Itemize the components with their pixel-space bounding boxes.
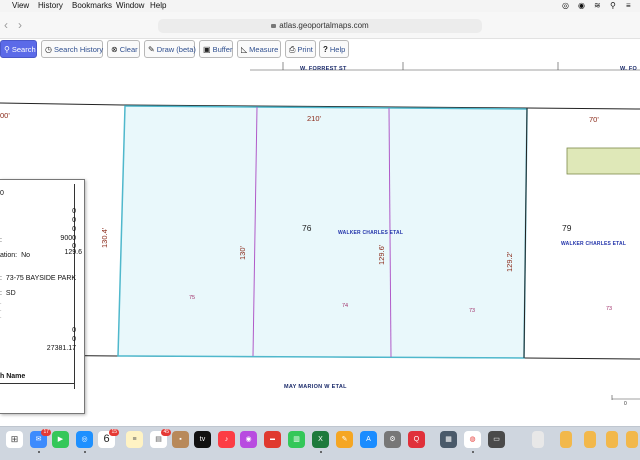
info-zone: : SD [0,290,16,297]
info-value-4: 9000 [60,235,76,242]
contacts-icon[interactable]: ▪ [172,431,189,448]
info-value-top: 0 [0,190,4,197]
info-value-1: 0 [72,208,76,215]
lock-icon [271,24,277,28]
sublot-75: 75 [189,295,196,301]
url-text: atlas.geoportalmaps.com [279,21,369,30]
system-settings-icon[interactable]: ⚙ [384,431,401,448]
tv-icon[interactable]: tv [194,431,211,448]
info-value-7: 0 [72,327,76,334]
info-address: : 73-75 BAYSIDE PARK [0,275,77,282]
info-label-colon: : [0,237,2,244]
pencil-icon: ✎ [148,45,155,54]
numbers-icon[interactable]: ▥ [288,431,305,448]
owner-label-2: WALKER CHARLES ETAL [561,241,627,247]
mail-icon[interactable]: ✉ 17 [30,429,51,448]
menu-view[interactable]: View [12,1,29,10]
map-canvas[interactable]: W. FORREST ST W. FO MAY MARION W ETAL 00… [0,62,640,422]
selected-parcel [117,105,528,359]
document-icon-1[interactable] [560,431,572,448]
print-button[interactable]: ⎙ Print [285,40,316,58]
sublot-73: 73 [469,308,476,314]
info-value-6: 129.6 [64,249,82,256]
facetime-icon[interactable]: ▶ [52,431,69,448]
quicktime-icon[interactable]: Q [408,431,425,448]
measure-button[interactable]: ◺ Measure [237,40,281,58]
street-label-top: W. FORREST ST [300,66,347,72]
magnifier-icon: ⚲ [4,45,10,54]
launchpad-icon[interactable]: ⊞ [6,431,23,448]
info-action: ation: No [0,252,31,259]
browser-chrome: ‹ › atlas.geoportalmaps.com [0,12,640,39]
building-footprint [566,147,640,175]
scale-label: 0 [624,401,627,407]
dimension-top: 210' [307,114,321,123]
document-icon-4[interactable] [626,431,638,448]
news-icon[interactable]: ▬ [264,431,281,448]
app-store-icon[interactable]: A [360,431,377,448]
chrome-icon[interactable]: ◍ [464,431,481,448]
info-value-8: 0 [72,336,76,343]
calendar-icon[interactable]: 6 15 [98,429,119,448]
podcasts-icon[interactable]: ◉ [240,431,257,448]
back-button[interactable]: ‹ [4,18,8,32]
dock: ⊞ ✉ 17 ▶ ◎ 6 15 ≡ ▤ 45 ▪ tv ♪ ◉ ▬ ▥ X ✎ A ⚙… [0,426,640,460]
parcel-info-panel: 0 0 0 0 9000 : 0 129.6 ation: No : 73-75… [0,179,85,414]
menu-history[interactable]: History [38,1,63,10]
excel-icon[interactable]: X [312,431,329,448]
wifi-icon[interactable]: ≋ [594,1,601,10]
search-button[interactable]: ⚲ Search [0,40,37,58]
folder-icon[interactable] [532,431,544,448]
reminders-icon[interactable]: ≡ [126,431,143,448]
search-history-button[interactable]: ◷ Search History [41,40,103,58]
music-icon[interactable]: ♪ [218,431,235,448]
menu-window[interactable]: Window [116,1,144,10]
question-icon: ? [323,45,328,54]
address-bar[interactable]: atlas.geoportalmaps.com [158,19,482,33]
lot-number-79: 79 [562,223,572,233]
map-toolbar: ⚲ Search ◷ Search History ⊗ Clear ✎ Draw (be… [0,39,640,61]
document-icon-2[interactable] [584,431,596,448]
terminal-icon[interactable]: ▭ [488,431,505,448]
pages-icon[interactable]: ✎ [336,431,353,448]
menu-help[interactable]: Help [150,1,166,10]
street-label-top-right: W. FO [620,66,638,72]
dimension-side-3: 129.6' [377,244,386,265]
user-icon[interactable]: ◉ [578,1,585,10]
dimension-top-right: 70' [589,115,599,124]
forward-button[interactable]: › [18,18,22,32]
owner-label-1: WALKER CHARLES ETAL [338,230,404,236]
help-button[interactable]: ? Help [319,40,349,58]
info-value-2: 0 [72,217,76,224]
sublot-73-right: 73 [606,306,613,312]
info-value-9: 27381.17 [46,345,76,352]
info-value-3: 0 [72,226,76,233]
buffer-button[interactable]: ▣ Buffer [199,40,233,58]
draw-button[interactable]: ✎ Draw (beta) [144,40,196,58]
dimension-side-1: 130.4' [100,227,109,248]
dimension-side-2: 130' [238,246,247,260]
status-icon[interactable]: ◎ [562,1,569,10]
search-icon[interactable]: ⚲ [610,1,616,10]
clock-icon: ◷ [45,45,52,54]
dimension-side-4: 129.2' [505,251,514,272]
printer-icon: ⎙ [289,45,296,54]
ruler-icon: ◺ [241,45,248,54]
control-center-icon[interactable]: ≡ [626,1,631,10]
menu-bookmarks[interactable]: Bookmarks [72,1,112,10]
lot-number-76: 76 [302,223,312,233]
notes-icon[interactable]: ▤ 45 [150,429,171,448]
sublot-74: 74 [342,303,349,309]
info-name-header: h Name [0,373,26,380]
buffer-icon: ▣ [203,45,211,54]
preview-icon[interactable]: ▦ [440,431,457,448]
dimension-left: 00' [0,111,10,120]
street-label-bottom: MAY MARION W ETAL [284,384,347,390]
clear-button[interactable]: ⊗ Clear [107,40,140,58]
safari-icon[interactable]: ◎ [76,431,93,448]
clear-icon: ⊗ [111,45,118,54]
document-icon-3[interactable] [606,431,618,448]
